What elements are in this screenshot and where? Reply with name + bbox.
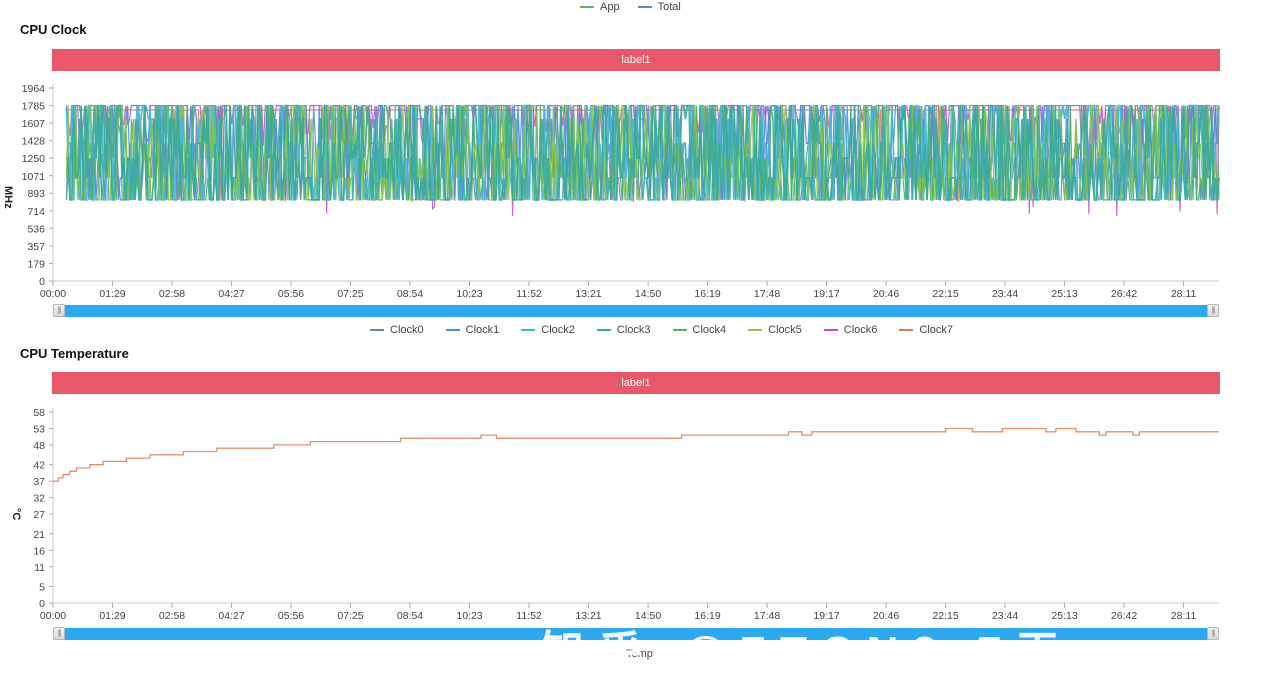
y-tick-label: 58: [33, 407, 45, 419]
y-tick-label: 53: [33, 423, 45, 435]
y-tick-label: 5: [39, 582, 45, 594]
x-tick-label: 23:44: [992, 610, 1018, 622]
x-tick-label: 19:17: [813, 610, 839, 622]
x-tick-label: 08:54: [397, 610, 423, 622]
x-tick-label: 20:46: [873, 610, 899, 622]
legend-swatch: [606, 653, 620, 655]
x-tick-label: 22:15: [932, 610, 958, 622]
y-tick-label: 48: [33, 440, 45, 452]
x-tick-label: 10:23: [456, 610, 482, 622]
x-tick-label: 01:29: [99, 610, 125, 622]
y-tick-label: 16: [33, 545, 45, 557]
y-tick-label: 37: [33, 476, 45, 488]
x-tick-label: 16:19: [694, 610, 720, 622]
x-tick-label: 04:27: [218, 610, 244, 622]
x-tick-label: 28:11: [1171, 610, 1197, 622]
x-tick-label: 11:52: [516, 610, 542, 622]
legend-label: Temp: [626, 648, 653, 660]
y-tick-label: 21: [33, 529, 45, 541]
cpu-temp-chart: 0 5 11 16 21 27 32 37 42 48 53 58 00:00 01:29 02:58 04:…: [33, 407, 1219, 622]
y-tick-label: 42: [33, 460, 45, 472]
x-tick-label: 14:50: [635, 610, 661, 622]
x-tick-label: 25:13: [1051, 610, 1077, 622]
range-handle-right[interactable]: |||: [1207, 627, 1219, 640]
legend-item-temp[interactable]: Temp: [606, 648, 653, 660]
y-tick-label: 0: [39, 598, 45, 610]
x-tick-label: 07:25: [337, 610, 363, 622]
y-tick-label: 27: [33, 509, 45, 521]
x-tick-label: 26:42: [1111, 610, 1137, 622]
x-tick-label: 17:48: [754, 610, 780, 622]
x-tick-label: 05:56: [278, 610, 304, 622]
x-tick-label: 00:00: [40, 610, 66, 622]
cpu-temp-range-slider[interactable]: ||| |||: [53, 627, 1219, 640]
x-tick-label: 13:21: [575, 610, 601, 622]
range-handle-left[interactable]: |||: [53, 627, 65, 640]
y-tick-label: 11: [34, 562, 45, 574]
x-tick-label: 02:58: [159, 610, 185, 622]
y-tick-label: 32: [33, 493, 45, 505]
cpu-temp-legend: Temp: [606, 648, 653, 660]
series-line-temp: [53, 427, 1219, 482]
cpu-temp-y-axis-label: °C: [10, 508, 22, 521]
